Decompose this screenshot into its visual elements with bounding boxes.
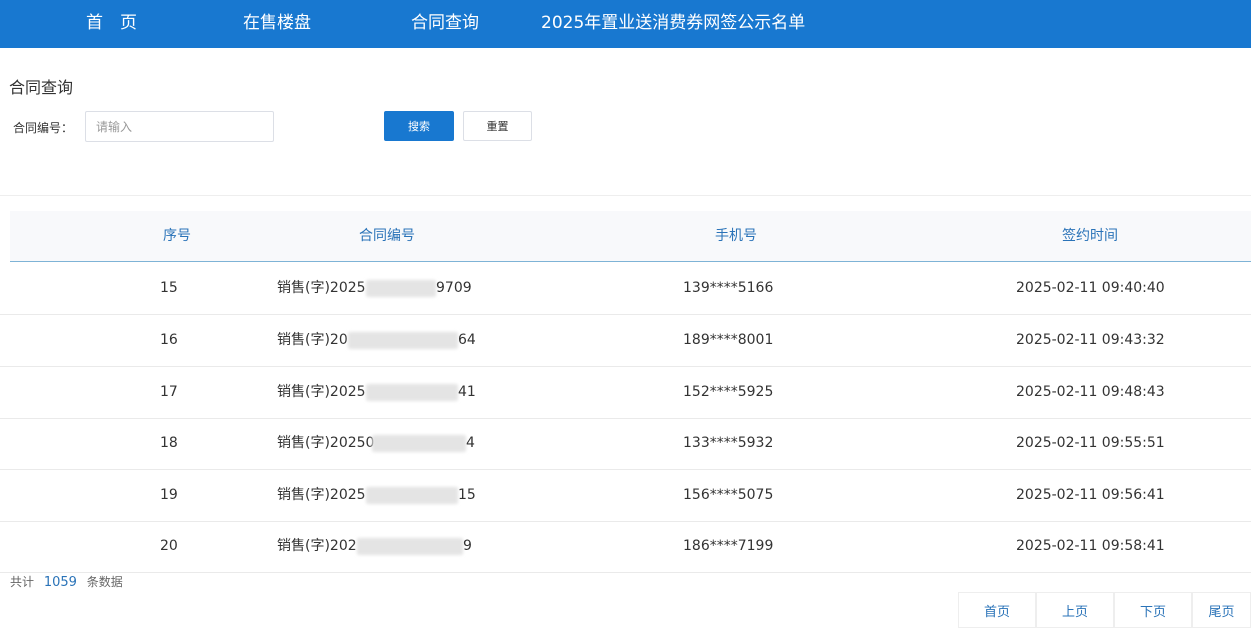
- table-row: 17 销售(字)2025 41 152****5925 2025-02-11 0…: [0, 367, 1251, 419]
- table-row: 20 销售(字)202 9 186****7199 2025-02-11 09:…: [0, 521, 1251, 573]
- row-signed-time: 2025-02-11 09:43:32: [1016, 332, 1165, 348]
- row-contract-prefix: 销售(字)202: [277, 538, 357, 554]
- header-signed-time: 签约时间: [1062, 228, 1118, 244]
- nav-home[interactable]: 首 页: [86, 0, 137, 48]
- table-row: 18 销售(字)20250 4 133****5932 2025-02-11 0…: [0, 418, 1251, 470]
- row-phone: 186****7199: [683, 538, 774, 554]
- row-index: 16: [160, 332, 178, 348]
- row-signed-time: 2025-02-11 09:48:43: [1016, 384, 1165, 400]
- row-index: 15: [160, 280, 178, 296]
- contract-number-label: 合同编号：: [13, 121, 74, 135]
- row-contract-prefix: 销售(字)20250: [277, 435, 375, 451]
- row-contract-suffix: 9709: [436, 280, 472, 296]
- row-signed-time: 2025-02-11 09:58:41: [1016, 538, 1165, 554]
- section-title: 合同查询: [9, 78, 74, 97]
- redaction-blur: [348, 332, 458, 349]
- section-divider: [0, 195, 1251, 196]
- nav-contract-query[interactable]: 合同查询: [411, 0, 479, 48]
- redaction-blur: [372, 435, 466, 452]
- table-row: 19 销售(字)2025 15 156****5075 2025-02-11 0…: [0, 470, 1251, 522]
- row-phone: 156****5075: [683, 487, 774, 503]
- row-phone: 133****5932: [683, 435, 774, 451]
- row-contract-prefix: 销售(字)2025: [277, 280, 366, 296]
- header-phone: 手机号: [715, 228, 757, 244]
- row-contract-suffix: 15: [458, 487, 476, 503]
- next-page-button[interactable]: 下页: [1114, 592, 1192, 628]
- last-page-button[interactable]: 尾页: [1192, 592, 1251, 628]
- row-contract-suffix: 64: [458, 332, 476, 348]
- redaction-blur: [366, 487, 458, 504]
- row-contract-prefix: 销售(字)20: [277, 332, 348, 348]
- table-header: 序号 合同编号 手机号 签约时间: [10, 211, 1251, 262]
- table-row: 16 销售(字)20 64 189****8001 2025-02-11 09:…: [0, 315, 1251, 367]
- total-count: 1059: [43, 575, 77, 590]
- nav-coupon-list[interactable]: 2025年置业送消费券网签公示名单: [541, 0, 805, 48]
- row-contract-prefix: 销售(字)2025: [277, 384, 366, 400]
- reset-button[interactable]: 重置: [463, 111, 532, 141]
- total-suffix: 条数据: [86, 575, 123, 589]
- row-signed-time: 2025-02-11 09:55:51: [1016, 435, 1165, 451]
- redaction-blur: [366, 280, 436, 297]
- redaction-blur: [366, 384, 458, 401]
- row-index: 18: [160, 435, 178, 451]
- row-phone: 152****5925: [683, 384, 774, 400]
- top-navigation-bar: 首 页 在售楼盘 合同查询 2025年置业送消费券网签公示名单: [0, 0, 1251, 48]
- header-index: 序号: [163, 228, 191, 244]
- nav-on-sale-properties[interactable]: 在售楼盘: [243, 0, 311, 48]
- redaction-blur: [357, 538, 463, 555]
- row-contract-suffix: 41: [458, 384, 476, 400]
- row-signed-time: 2025-02-11 09:56:41: [1016, 487, 1165, 503]
- row-phone: 139****5166: [683, 280, 774, 296]
- row-index: 19: [160, 487, 178, 503]
- header-contract-number: 合同编号: [359, 228, 415, 244]
- total-prefix: 共计: [10, 575, 35, 589]
- search-button[interactable]: 搜索: [384, 111, 454, 141]
- row-phone: 189****8001: [683, 332, 774, 348]
- row-index: 20: [160, 538, 178, 554]
- row-contract-prefix: 销售(字)2025: [277, 487, 366, 503]
- first-page-button[interactable]: 首页: [958, 592, 1036, 628]
- prev-page-button[interactable]: 上页: [1036, 592, 1114, 628]
- contract-number-input[interactable]: [85, 111, 274, 142]
- table-row: 15 销售(字)2025 9709 139****5166 2025-02-11…: [0, 263, 1251, 315]
- row-contract-suffix: 4: [466, 435, 475, 451]
- row-index: 17: [160, 384, 178, 400]
- total-count-summary: 共计 1059 条数据: [10, 573, 123, 590]
- row-signed-time: 2025-02-11 09:40:40: [1016, 280, 1165, 296]
- row-contract-suffix: 9: [463, 538, 472, 554]
